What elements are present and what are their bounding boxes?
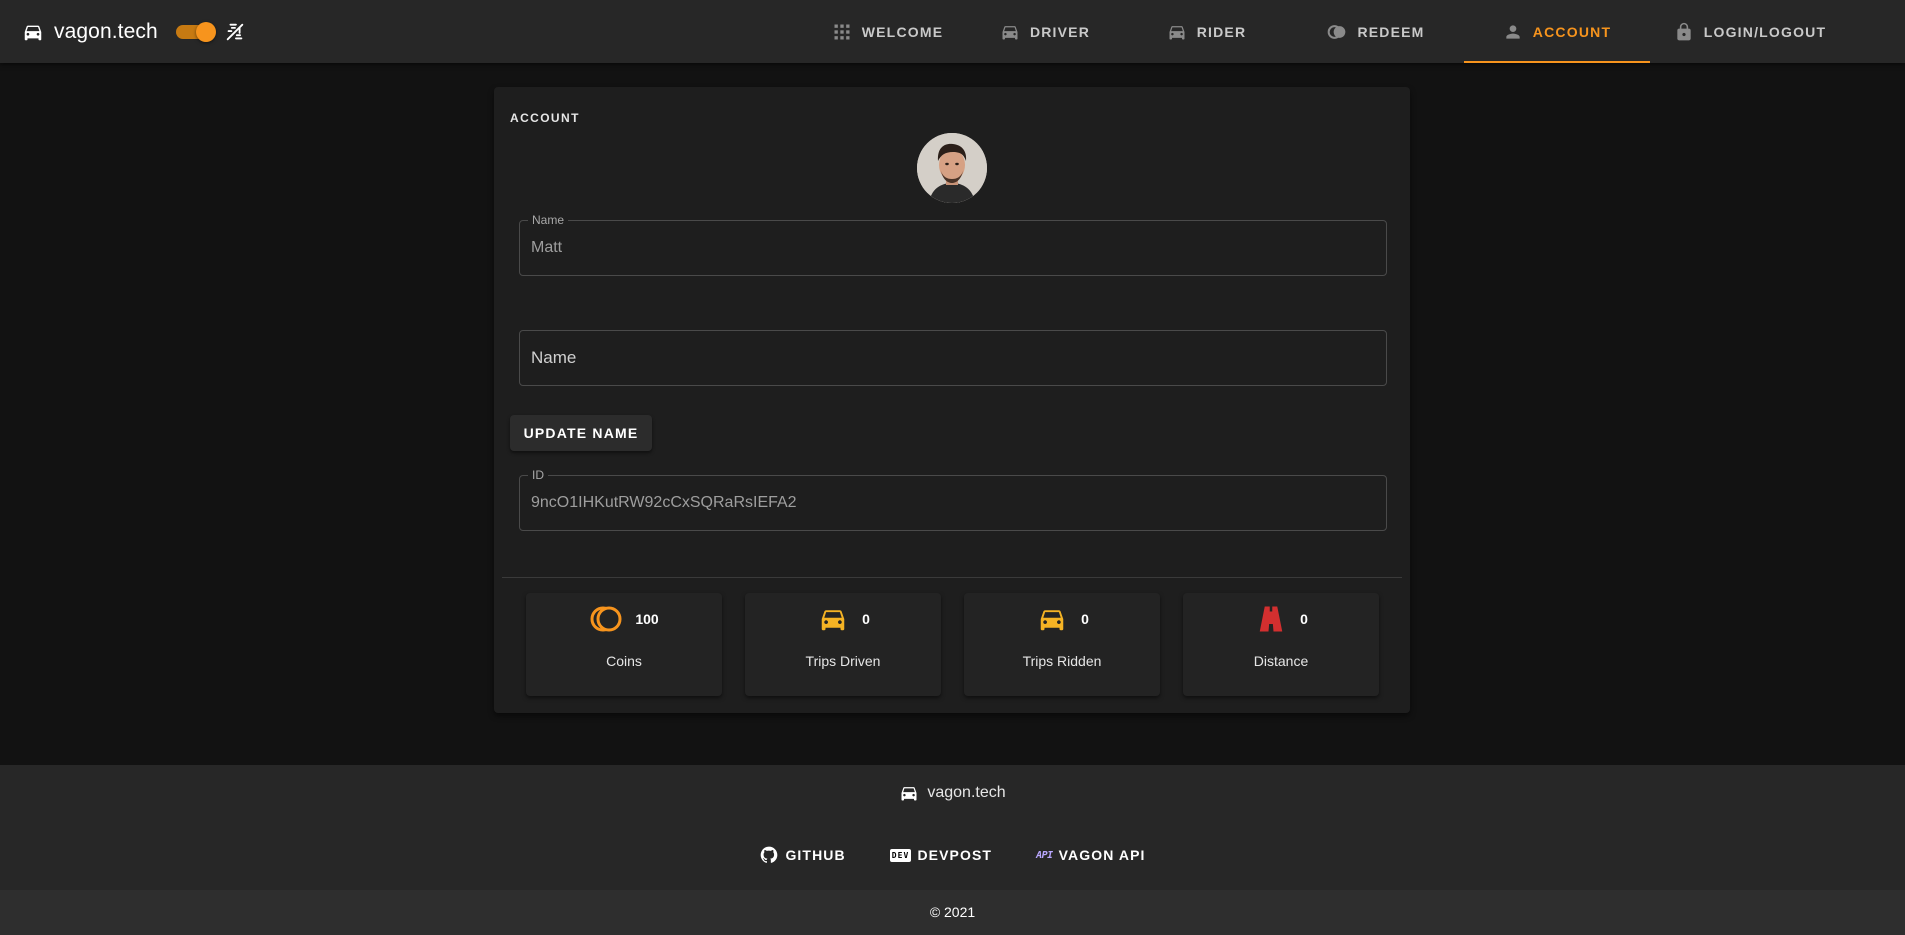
stat-distance-value: 0 [1300, 611, 1308, 627]
stat-coins: 100 Coins [526, 593, 722, 696]
copyright: © 2021 [0, 890, 1905, 935]
stat-coins-label: Coins [606, 653, 642, 669]
brand-name: vagon.tech [54, 19, 158, 43]
current-name-label: Name [528, 213, 569, 227]
footer-links: GITHUB DEV DEVPOST API VAGON API [0, 845, 1905, 865]
car-icon [1169, 25, 1185, 39]
footer-link-vagon-api-label: VAGON API [1058, 847, 1146, 863]
account-card: ACCOUNT Name Matt UPDATE NAME ID 9ncO1IH… [494, 87, 1410, 713]
app-bar: vagon.tech Welcome [0, 0, 1905, 63]
footer-brand[interactable]: vagon.tech [0, 783, 1905, 803]
nav-welcome[interactable]: Welcome [810, 0, 965, 63]
car-icon [1002, 25, 1018, 39]
car-icon [24, 25, 42, 40]
stat-trips-ridden-row: 0 [964, 603, 1160, 635]
stat-trips-driven-value: 0 [862, 611, 870, 627]
footer-link-devpost-label: DEVPOST [917, 847, 993, 863]
nav-redeem[interactable]: Redeem [1288, 0, 1464, 63]
stat-trips-ridden: 0 Trips Ridden [964, 593, 1160, 696]
id-field: ID 9ncO1IHKutRW92cCxSQRaRsIEFA2 [519, 468, 1387, 531]
nav-driver-label: Driver [1029, 23, 1091, 40]
stat-trips-ridden-label: Trips Ridden [1022, 653, 1102, 669]
nav-account[interactable]: Account [1464, 0, 1650, 63]
nav-welcome-label: Welcome [861, 23, 944, 40]
update-name-button[interactable]: UPDATE NAME [510, 415, 652, 451]
dev-badge: DEV [889, 848, 912, 862]
footer-link-github[interactable]: GITHUB [759, 845, 845, 865]
user-avatar-image [917, 133, 987, 203]
main-nav: Welcome Driver Rider Redeem Account [810, 0, 1850, 63]
stat-coins-value: 100 [635, 611, 659, 627]
coins-icon [1328, 24, 1346, 39]
id-value: 9ncO1IHKutRW92cCxSQRaRsIEFA2 [531, 494, 797, 511]
nav-account-label: Account [1532, 23, 1612, 40]
footer-link-github-label: GITHUB [785, 847, 846, 863]
stat-distance-row: 0 [1183, 603, 1379, 635]
api-badge: API [1036, 849, 1053, 861]
footer-brand-name: vagon.tech [927, 784, 1006, 801]
stat-coins-row: 100 [526, 603, 722, 635]
stat-trips-driven: 0 Trips Driven [745, 593, 941, 696]
current-name-value: Matt [531, 239, 563, 256]
car-icon [1040, 610, 1064, 631]
footer: vagon.tech GITHUB DEV DEVPOST API VAGON … [0, 765, 1905, 890]
road-icon [1259, 606, 1283, 632]
new-name-field[interactable] [519, 330, 1387, 386]
id-label: ID [528, 468, 548, 482]
nav-rider-label: Rider [1196, 23, 1247, 40]
stat-distance: 0 Distance [1183, 593, 1379, 696]
footer-link-vagon-api[interactable]: API VAGON API [1036, 845, 1145, 865]
stat-trips-driven-row: 0 [745, 603, 941, 635]
toggle-thumb [195, 21, 216, 42]
grid-icon [834, 24, 850, 39]
nav-redeem-label: Redeem [1357, 23, 1425, 40]
current-name-field: Name Matt [519, 213, 1387, 276]
nav-login-logout-label: Login/Logout [1703, 23, 1827, 40]
car-icon [901, 787, 917, 801]
api-icon: API [1036, 850, 1053, 861]
person-icon [1506, 24, 1520, 39]
divider [502, 577, 1402, 578]
stat-trips-ridden-value: 0 [1081, 611, 1089, 627]
stat-distance-label: Distance [1253, 653, 1309, 669]
theme-toggle[interactable] [175, 21, 216, 42]
avatar [917, 133, 987, 203]
footer-link-devpost[interactable]: DEV DEVPOST [889, 845, 993, 865]
card-title: ACCOUNT [510, 111, 580, 125]
nav-driver[interactable]: Driver [965, 0, 1125, 63]
car-icon [821, 610, 845, 631]
nav-rider[interactable]: Rider [1125, 0, 1288, 63]
theme-mode-icon [226, 23, 243, 40]
lock-icon [1677, 22, 1691, 40]
new-name-input[interactable] [520, 331, 1386, 385]
stat-trips-driven-label: Trips Driven [805, 653, 881, 669]
dev-icon: DEV [889, 848, 912, 862]
github-icon [759, 845, 779, 865]
coins-icon [590, 606, 622, 632]
brand[interactable]: vagon.tech [22, 20, 158, 44]
nav-login-logout[interactable]: Login/Logout [1650, 0, 1850, 63]
